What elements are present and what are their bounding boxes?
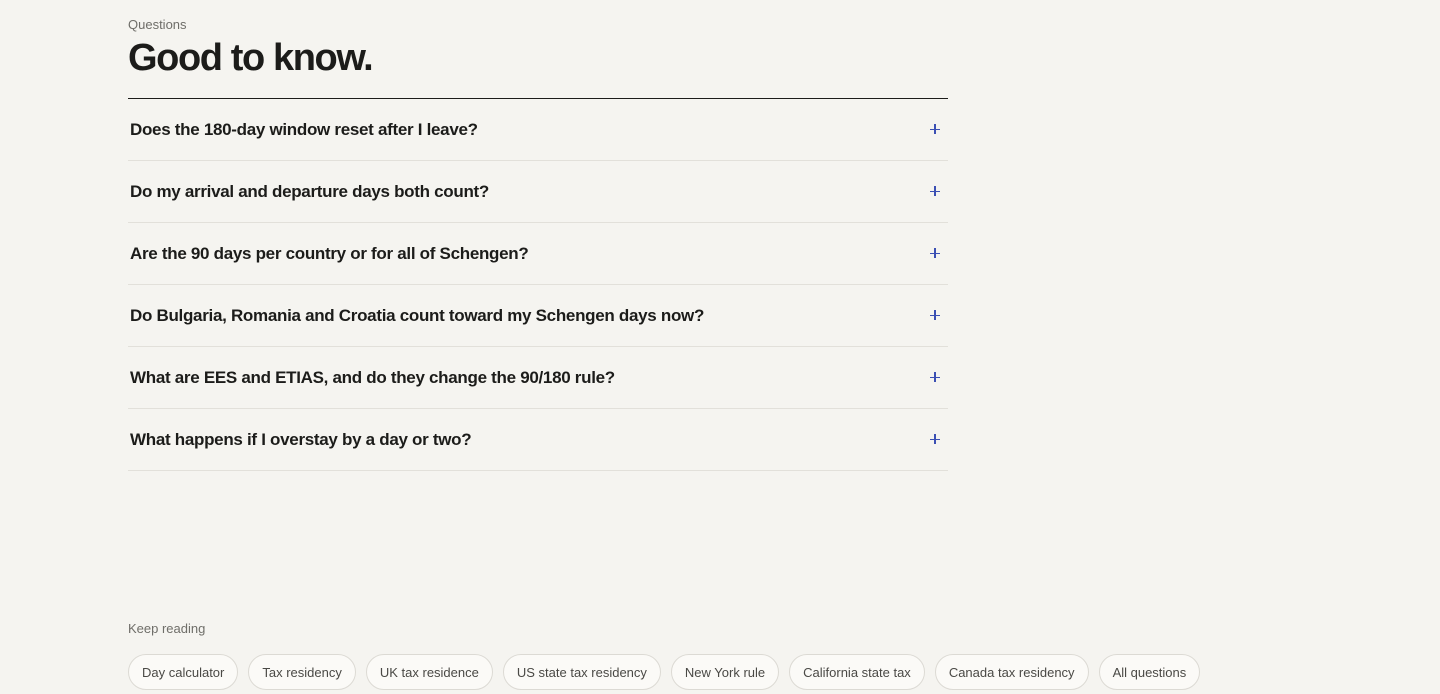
related-link-us-state-tax-residency[interactable]: US state tax residency: [502, 654, 661, 690]
plus-icon[interactable]: [926, 245, 944, 263]
plus-icon[interactable]: [926, 121, 944, 139]
page-title: Good to know.: [128, 37, 374, 79]
faq-item[interactable]: Do my arrival and departure days both co…: [128, 161, 948, 223]
faq-item[interactable]: Does the 180-day window reset after I le…: [128, 99, 948, 161]
faq-question: Do Bulgaria, Romania and Croatia count t…: [130, 305, 705, 325]
related-links: Day calculator Tax residency UK tax resi…: [128, 654, 1201, 690]
related-link-uk-tax-residence[interactable]: UK tax residence: [365, 654, 493, 690]
plus-icon[interactable]: [926, 431, 944, 449]
keep-reading-section: Keep reading Day calculator Tax residenc…: [128, 621, 1328, 690]
faq-question: What happens if I overstay by a day or t…: [130, 429, 472, 449]
keep-reading-label: Keep reading: [128, 621, 206, 636]
faq-question: Are the 90 days per country or for all o…: [130, 243, 529, 263]
plus-icon[interactable]: [926, 369, 944, 387]
faq-item[interactable]: What happens if I overstay by a day or t…: [128, 409, 948, 471]
faq-question: What are EES and ETIAS, and do they chan…: [130, 367, 615, 387]
section-eyebrow: Questions: [128, 17, 187, 32]
related-link-all-questions[interactable]: All questions: [1098, 654, 1201, 690]
related-link-tax-residency[interactable]: Tax residency: [248, 654, 356, 690]
related-link-day-calculator[interactable]: Day calculator: [128, 654, 239, 690]
faq-question: Do my arrival and departure days both co…: [130, 181, 489, 201]
faq-question: Does the 180-day window reset after I le…: [130, 119, 478, 139]
faq-item[interactable]: Are the 90 days per country or for all o…: [128, 223, 948, 285]
faq-item[interactable]: What are EES and ETIAS, and do they chan…: [128, 347, 948, 409]
faq-item[interactable]: Do Bulgaria, Romania and Croatia count t…: [128, 285, 948, 347]
related-link-canada-tax-residency[interactable]: Canada tax residency: [934, 654, 1089, 690]
plus-icon[interactable]: [926, 183, 944, 201]
faq-list: Does the 180-day window reset after I le…: [128, 98, 948, 471]
plus-icon[interactable]: [926, 307, 944, 325]
related-link-california-state-tax[interactable]: California state tax: [789, 654, 925, 690]
related-link-new-york-rule[interactable]: New York rule: [670, 654, 780, 690]
